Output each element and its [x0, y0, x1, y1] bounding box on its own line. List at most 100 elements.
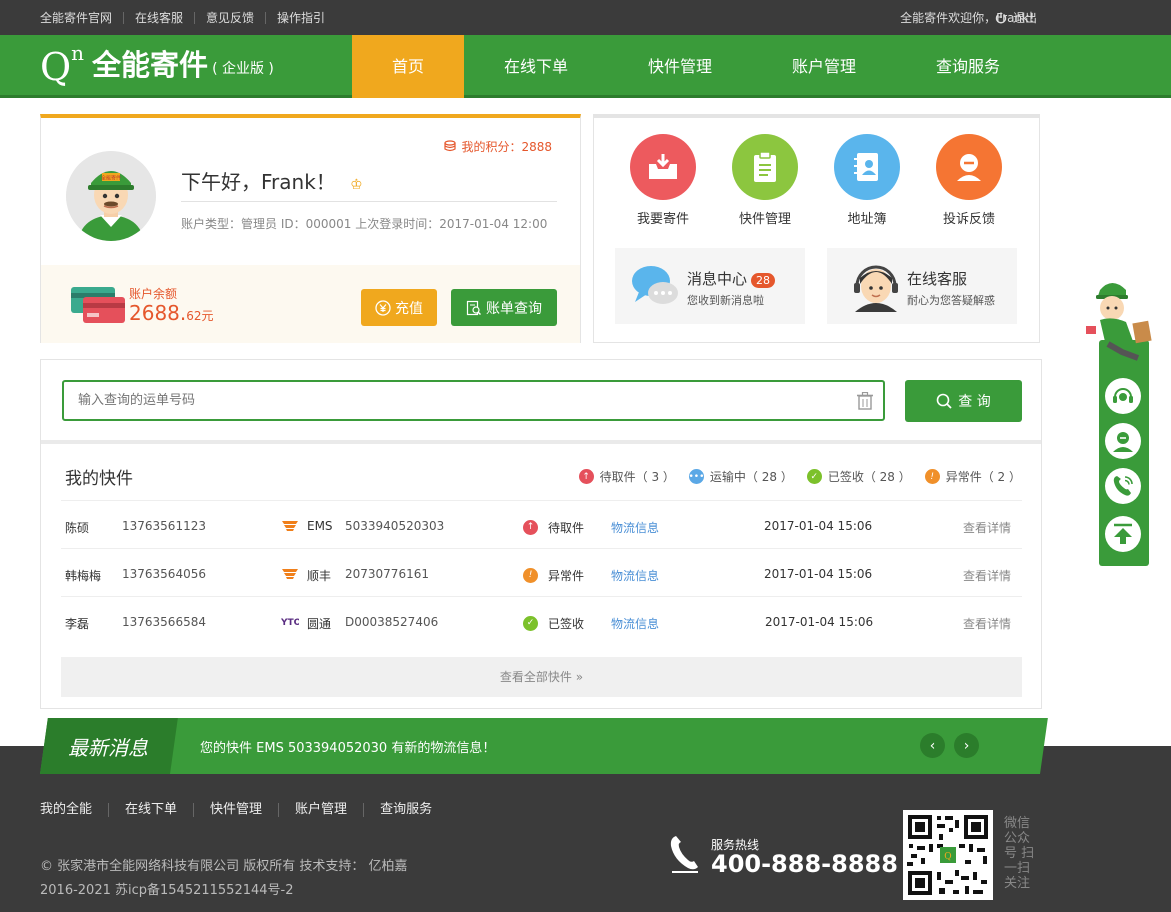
nav-order[interactable]: 在线下单: [464, 35, 608, 98]
phone-call-icon[interactable]: [1105, 468, 1141, 504]
logout-label: 退出: [1013, 11, 1038, 25]
carrier-name: EMS: [307, 519, 333, 533]
message-badge: 28: [751, 273, 776, 288]
balance-value: 2688.62元: [129, 301, 214, 325]
balance-label: 账户余额: [129, 287, 178, 301]
news-label: 最新消息: [68, 736, 148, 760]
footer-link-order[interactable]: 在线下单: [108, 803, 193, 817]
footer-link-express[interactable]: 快件管理: [193, 803, 278, 817]
chat-bubbles-icon: [632, 266, 678, 304]
back-to-top-icon[interactable]: [1105, 516, 1141, 552]
footer-link-query[interactable]: 查询服务: [363, 803, 448, 817]
nav-express[interactable]: 快件管理: [608, 35, 752, 98]
online-service-sub: 耐心为您答疑解惑: [907, 294, 995, 307]
headset-icon[interactable]: [1105, 378, 1141, 414]
main-nav: Q n 全能寄件 ( 企业版 ) 首页 在线下单 快件管理 账户管理 查询服务: [0, 35, 1171, 98]
balance-area: 账户余额 2688.62元 充值 账单查询: [41, 265, 580, 343]
balance-int: 2688.: [129, 301, 187, 325]
recipient-name: 李磊: [65, 617, 90, 631]
tracking-number: 5033940520303: [345, 519, 445, 533]
nav-home[interactable]: 首页: [352, 35, 464, 98]
quick-address-label: 地址簿: [847, 212, 887, 227]
quick-actions: 我要寄件 快件管理 地址簿 投诉反馈 消息中心 28 您收到新消息啦 在线客服 耐…: [593, 114, 1040, 343]
quick-address[interactable]: 地址簿: [827, 134, 907, 227]
status-stats: ↑ 待取件（ 3 ） ••• 运输中（ 28 ） ✓ 已签收（ 28 ） ! 异常件（ …: [578, 468, 1021, 485]
stat-abnormal[interactable]: ! 异常件（ 2 ）: [924, 468, 1021, 485]
search-button[interactable]: 查 询: [905, 380, 1022, 422]
side-toolbar: [1086, 280, 1152, 566]
warning-icon: !: [924, 469, 940, 484]
user-card: 全能寄件 我的积分：2888 下午好，Frank！ ♔ 账户类型：管理员 ID：…: [40, 114, 581, 343]
search-icon: [936, 393, 952, 409]
power-icon: [995, 12, 1007, 23]
stat-pending[interactable]: ↑ 待取件（ 3 ）: [578, 468, 675, 485]
bank-card-icon: [71, 287, 125, 323]
top-link-feedback[interactable]: 意见反馈: [194, 11, 265, 24]
hotline: 服务热线 400-888-8888: [668, 834, 898, 878]
view-all-label: 查看全部快件: [499, 670, 572, 684]
logout-button[interactable]: 退出: [995, 0, 1037, 35]
nav-query[interactable]: 查询服务: [896, 35, 1040, 98]
svg-text:YTO: YTO: [281, 618, 299, 627]
footer-link-account[interactable]: 账户管理: [278, 803, 363, 817]
detail-link[interactable]: 查看详情: [963, 567, 1011, 584]
quick-send[interactable]: 我要寄件: [623, 134, 703, 227]
quick-complaint[interactable]: 投诉反馈: [929, 134, 1009, 227]
recipient-phone: 13763566584: [122, 615, 206, 629]
nav-account[interactable]: 账户管理: [752, 35, 896, 98]
tracking-input[interactable]: [64, 382, 824, 419]
hotline-number: 400-888-8888: [711, 850, 898, 878]
pending-icon: ↑: [523, 518, 538, 535]
top-link-guide[interactable]: 操作指引: [265, 11, 336, 24]
recipient-phone: 13763564056: [122, 567, 206, 581]
stat-transit-label: 运输中（ 28 ）: [709, 470, 793, 484]
nav-items: 首页 在线下单 快件管理 账户管理 查询服务: [352, 35, 1040, 98]
message-center[interactable]: 消息中心 28 您收到新消息啦: [615, 248, 805, 324]
account-info: 账户类型：管理员 ID：000001 上次登录时间：2017-01-04 12:…: [181, 217, 548, 231]
footer-link-mine[interactable]: 我的全能: [40, 803, 108, 817]
logo-name: 全能寄件: [92, 48, 209, 82]
recipient-phone: 13763561123: [122, 519, 206, 533]
copyright: © 张家港市全能网络科技有限公司 版权所有 技术支持： 亿柏嘉 2016-202…: [40, 855, 408, 903]
headset-agent-icon: [854, 265, 898, 312]
message-center-sub: 您收到新消息啦: [687, 294, 764, 307]
trash-icon[interactable]: [857, 392, 873, 410]
logo-q: Q: [40, 45, 72, 89]
stat-transit[interactable]: ••• 运输中（ 28 ）: [688, 468, 793, 485]
logistics-link[interactable]: 物流信息: [611, 615, 659, 632]
recharge-button[interactable]: 充值: [361, 289, 437, 326]
table-row: 韩梅梅 13763564056 顺丰 20730776161 ! 异常件 物流信…: [61, 548, 1022, 596]
detail-link[interactable]: 查看详情: [963, 519, 1011, 536]
logo[interactable]: Q n 全能寄件 ( 企业版 ): [40, 41, 274, 89]
sf-logo-icon: [282, 568, 298, 582]
online-service[interactable]: 在线客服 耐心为您答疑解惑: [827, 248, 1017, 324]
top-link-service[interactable]: 在线客服: [123, 11, 194, 24]
timestamp: 2017-01-04 15:06: [765, 615, 874, 629]
stat-abnormal-label: 异常件（ 2 ）: [945, 470, 1021, 484]
chevron-left-icon[interactable]: ‹: [920, 733, 945, 758]
top-link-official[interactable]: 全能寄件官网: [40, 12, 123, 24]
logistics-link[interactable]: 物流信息: [611, 567, 659, 584]
quick-complaint-label: 投诉反馈: [942, 212, 995, 227]
transit-icon: •••: [688, 469, 704, 484]
quick-express[interactable]: 快件管理: [725, 134, 805, 227]
status-text: 异常件: [548, 569, 585, 583]
ems-logo-icon: [282, 520, 298, 534]
quick-send-label: 我要寄件: [636, 212, 689, 227]
bill-query-button[interactable]: 账单查询: [451, 289, 557, 326]
stat-pending-label: 待取件（ 3 ）: [599, 470, 675, 484]
news-text[interactable]: 您的快件 EMS 503394052030 有新的物流信息！: [200, 737, 495, 756]
online-service-title: 在线客服: [907, 270, 968, 288]
view-all-button[interactable]: 查看全部快件 »: [61, 657, 1022, 697]
logistics-link[interactable]: 物流信息: [611, 519, 659, 536]
points-display[interactable]: 我的积分：2888: [444, 138, 552, 155]
stat-signed[interactable]: ✓ 已签收（ 28 ）: [806, 468, 911, 485]
yen-icon: [375, 299, 391, 316]
user-service-icon[interactable]: [1105, 423, 1141, 459]
double-chevron-right-icon: »: [575, 670, 584, 684]
tracking-search-bar: [62, 380, 885, 421]
detail-link[interactable]: 查看详情: [963, 615, 1011, 632]
yto-logo-icon: YTO: [280, 615, 302, 630]
chevron-right-icon[interactable]: ›: [954, 733, 979, 758]
points-text: 我的积分：2888: [461, 140, 552, 154]
